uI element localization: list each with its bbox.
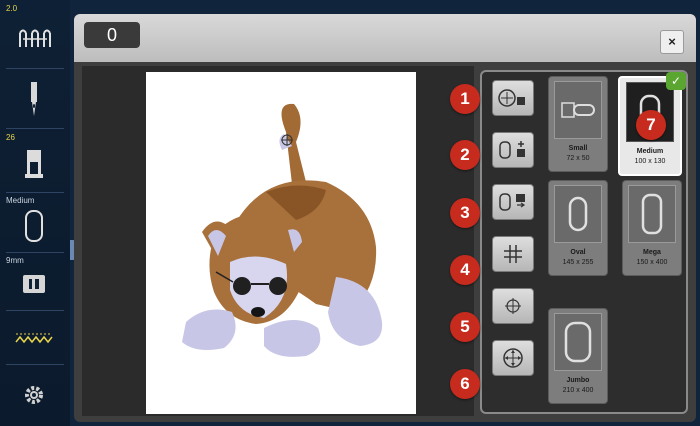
jumbo-hoop-icon — [564, 321, 592, 363]
hoop-move-icon — [499, 193, 526, 211]
thread-button[interactable] — [4, 318, 64, 358]
center-move-icon — [503, 348, 523, 368]
hoop-title-tab[interactable]: 0 — [84, 22, 140, 48]
stitch-plate-button[interactable] — [4, 266, 64, 302]
callout-badge-1: 1 — [450, 84, 480, 114]
window-titlebar: 0 × — [74, 14, 696, 62]
close-button[interactable]: × — [660, 30, 684, 54]
bobbin-label: 9mm — [6, 256, 24, 265]
thread-zigzag-icon — [15, 333, 53, 344]
grid-button[interactable] — [492, 236, 534, 272]
oval-hoop-icon — [568, 196, 588, 232]
hoop-selection-window: 0 × Small 72 x 50 Medium 100 x 130 ✓ Ova… — [74, 14, 696, 422]
move-to-center-button[interactable] — [492, 340, 534, 376]
hoop-preview-area — [146, 72, 416, 414]
selected-check-icon: ✓ — [666, 72, 686, 90]
left-sidebar: 2.0 26 Medium 9mm — [0, 0, 70, 426]
hoop-size: 150 x 400 — [636, 259, 668, 266]
move-hoop-button[interactable] — [492, 184, 534, 220]
stitch-width-button[interactable] — [4, 18, 64, 60]
stitch-width-icon — [19, 29, 51, 47]
presser-foot-button[interactable] — [4, 140, 64, 188]
hoop-option-oval[interactable]: Oval 145 x 255 — [548, 180, 608, 276]
hoop-size: 145 x 255 — [562, 259, 594, 266]
hoop-position-button[interactable] — [492, 132, 534, 168]
hoop-selection-button[interactable] — [4, 206, 64, 246]
hoop-name: Mega — [643, 249, 661, 256]
mega-hoop-image — [628, 185, 676, 243]
hoop-name: Small — [568, 145, 588, 152]
presser-foot-icon — [25, 150, 43, 178]
crosshair-icon — [505, 298, 521, 314]
callout-badge-3: 3 — [450, 198, 480, 228]
puppy-embroidery-design — [182, 103, 383, 357]
hoop-option-mega[interactable]: Mega 150 x 400 — [622, 180, 682, 276]
check-hoop-size-button[interactable] — [492, 80, 534, 116]
embroidery-canvas[interactable] — [82, 66, 474, 416]
hoop-name: Medium — [636, 148, 664, 155]
hoop-label: Medium — [6, 196, 35, 205]
hoop-option-jumbo[interactable]: Jumbo 210 x 400 — [548, 308, 608, 404]
callout-badge-7: 7 — [636, 110, 666, 140]
mega-hoop-icon — [641, 193, 663, 235]
hoop-name: Jumbo — [566, 377, 590, 384]
hoop-size: 100 x 130 — [634, 158, 666, 165]
gear-icon — [25, 386, 43, 404]
hoop-icon — [25, 210, 43, 242]
callout-badge-6: 6 — [450, 369, 480, 399]
hoop-rotate-icon — [499, 141, 525, 159]
jumbo-hoop-image — [554, 313, 602, 371]
stitch-width-value: 2.0 — [6, 4, 18, 13]
small-hoop-image — [554, 81, 602, 139]
callout-badge-4: 4 — [450, 255, 480, 285]
callout-badge-5: 5 — [450, 312, 480, 342]
small-hoop-icon — [561, 102, 595, 118]
hoop-size: 72 x 50 — [566, 155, 590, 162]
settings-button[interactable] — [4, 372, 64, 418]
grid-icon — [504, 245, 522, 263]
hoop-center-icon — [498, 89, 525, 107]
hoop-size: 210 x 400 — [562, 387, 594, 394]
stitch-plate-icon — [23, 275, 45, 293]
hoop-name: Oval — [570, 249, 586, 256]
center-marker-button[interactable] — [492, 288, 534, 324]
callout-badge-2: 2 — [450, 140, 480, 170]
hoop-option-small[interactable]: Small 72 x 50 — [548, 76, 608, 172]
needle-button[interactable] — [4, 76, 64, 122]
needle-icon — [31, 82, 37, 116]
oval-hoop-image — [554, 185, 602, 243]
